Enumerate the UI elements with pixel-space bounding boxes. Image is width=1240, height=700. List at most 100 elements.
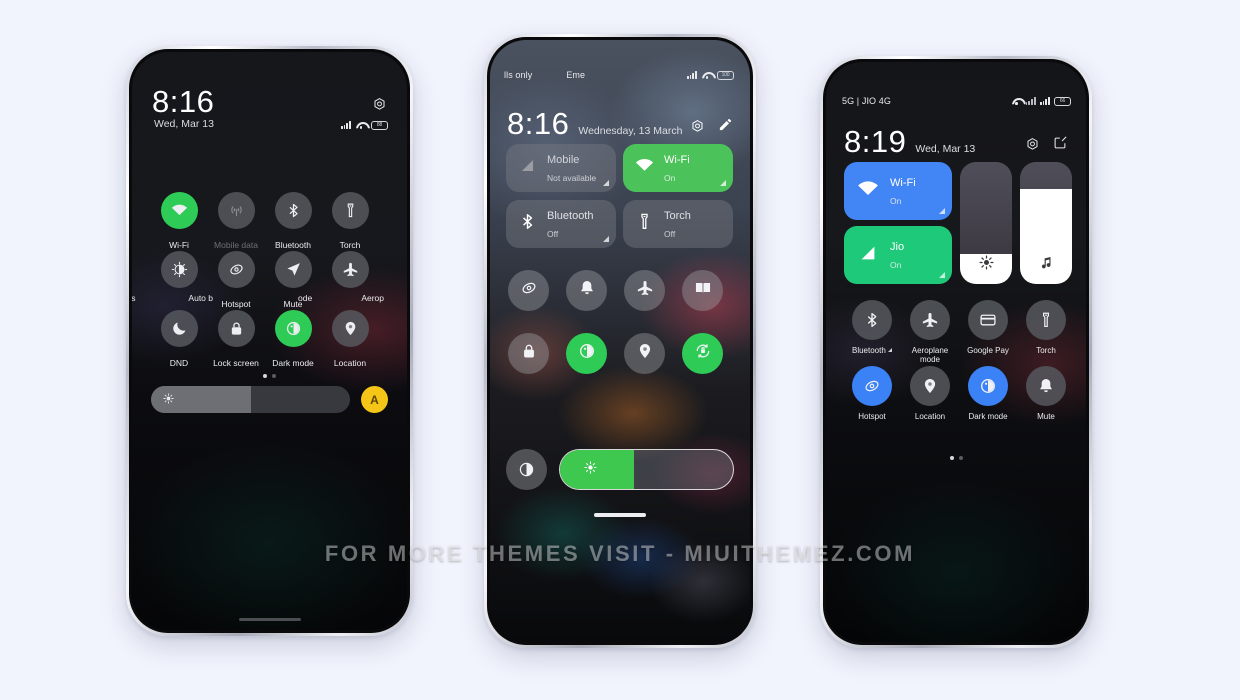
- quick-tile-subtitle: Off: [547, 229, 559, 239]
- bluetooth-icon: [518, 212, 537, 236]
- phone-1-pager[interactable]: [132, 374, 407, 378]
- quick-tile-dark-mode[interactable]: Dark mode: [268, 310, 318, 369]
- expand-corner-icon[interactable]: [888, 348, 893, 352]
- quick-tile-aeroplane[interactable]: [624, 270, 665, 311]
- quick-tile-mobile-data[interactable]: Mobile data: [211, 192, 261, 251]
- phone-2-header: 8:16 Wednesday, 13 March: [490, 106, 750, 142]
- mute-arrow-icon[interactable]: [274, 251, 312, 288]
- quick-tile-hotspot[interactable]: [508, 270, 549, 311]
- expand-corner-icon[interactable]: [939, 208, 945, 214]
- quick-tile-title: Jio: [890, 241, 905, 253]
- quick-tile-bluetooth[interactable]: Bluetooth Off: [506, 200, 616, 248]
- quick-tile-reading-mode[interactable]: [682, 270, 723, 311]
- hotspot-icon[interactable]: [852, 366, 892, 406]
- dark-mode-icon[interactable]: [968, 366, 1008, 406]
- quick-tile-subtitle: Not available: [547, 173, 597, 183]
- gear-hex-icon[interactable]: [1025, 137, 1040, 152]
- quick-tile-mute[interactable]: Mute: [1020, 366, 1072, 421]
- quick-tile-torch[interactable]: Torch Off: [623, 200, 733, 248]
- quick-tile-hotspot[interactable]: Hotspot: [211, 251, 261, 310]
- quick-tile-wi-fi[interactable]: Wi-Fi On: [623, 144, 733, 192]
- pencil-icon[interactable]: [718, 117, 733, 137]
- wifi-icon[interactable]: [160, 192, 198, 229]
- quick-tile-dark-mode[interactable]: [566, 333, 607, 374]
- phone-2-screen: lls only Eme 100 8:16 Wednesday, 13 Marc…: [490, 40, 750, 642]
- battery-icon: 100: [717, 70, 734, 80]
- signal-bars-icon-sim1: [1025, 97, 1036, 105]
- edit-square-icon[interactable]: [1053, 135, 1068, 155]
- quick-tile-subtitle: On: [890, 260, 902, 270]
- expand-corner-icon[interactable]: [603, 180, 609, 186]
- quick-tile-label: Location: [914, 412, 946, 421]
- battery-level: 100: [721, 72, 730, 78]
- brightness-slider[interactable]: [151, 386, 350, 413]
- quick-tile-torch[interactable]: Torch: [1020, 300, 1072, 355]
- phone-1-screen: 88 8:16 Wed, Mar 13 Wi-Fi Mobile data Bl…: [132, 52, 407, 630]
- wifi-icon: [857, 178, 879, 205]
- location-pin-icon: [636, 342, 654, 365]
- quick-tile-location-pin[interactable]: [624, 333, 665, 374]
- quick-tile-lock-screen[interactable]: Lock screen: [211, 310, 261, 369]
- quick-tile-bluetooth[interactable]: Bluetooth: [846, 300, 898, 355]
- brightness-slider[interactable]: [960, 162, 1012, 284]
- aeroplane-icon[interactable]: [331, 251, 369, 288]
- quick-tile-torch[interactable]: Torch: [325, 192, 375, 251]
- bell-icon[interactable]: [1026, 366, 1066, 406]
- quick-tile-dark-mode[interactable]: Dark mode: [962, 366, 1014, 421]
- quick-tile-aerop[interactable]: ode Aerop: [298, 251, 384, 304]
- sun-icon: [979, 255, 994, 275]
- cell-tower-icon[interactable]: [217, 192, 255, 229]
- quick-tile-label: Mobile data: [214, 240, 258, 250]
- quick-tile-location[interactable]: Location: [904, 366, 956, 421]
- location-pin-icon[interactable]: [331, 310, 369, 347]
- screenshot-stage: 88 8:16 Wed, Mar 13 Wi-Fi Mobile data Bl…: [0, 0, 1240, 700]
- bluetooth-icon[interactable]: [852, 300, 892, 340]
- music-note-icon: [1039, 255, 1054, 275]
- location-pin-icon[interactable]: [910, 366, 950, 406]
- moon-icon[interactable]: [160, 310, 198, 347]
- quick-tile-bell[interactable]: [566, 270, 607, 311]
- aeroplane-icon[interactable]: [910, 300, 950, 340]
- quick-tile-label: Lock screen: [213, 358, 259, 368]
- hotspot-icon[interactable]: [217, 251, 255, 288]
- bell-icon: [578, 279, 596, 302]
- torch-icon[interactable]: [1026, 300, 1066, 340]
- quick-tile-jio[interactable]: Jio On: [844, 226, 952, 284]
- dark-mode-icon[interactable]: [274, 310, 312, 347]
- phone-1: 88 8:16 Wed, Mar 13 Wi-Fi Mobile data Bl…: [126, 46, 413, 636]
- torch-icon[interactable]: [331, 192, 369, 229]
- expand-corner-icon[interactable]: [720, 180, 726, 186]
- card-icon[interactable]: [968, 300, 1008, 340]
- quick-tile-hotspot[interactable]: Hotspot: [846, 366, 898, 421]
- sun-icon: [584, 460, 597, 479]
- quick-tile-wi-fi[interactable]: Wi-Fi On: [844, 162, 952, 220]
- brightness-icon[interactable]: [160, 251, 198, 288]
- brightness-slider[interactable]: [559, 449, 734, 490]
- gear-hex-icon[interactable]: [372, 97, 387, 112]
- quick-tile-wi-fi[interactable]: Wi-Fi: [154, 192, 204, 251]
- quick-tile-lock[interactable]: [508, 333, 549, 374]
- quick-tile-dnd[interactable]: DND: [154, 310, 204, 369]
- bluetooth-icon[interactable]: [274, 192, 312, 229]
- carrier-label-right: Eme: [566, 70, 586, 80]
- quick-tile-aeroplane-mode[interactable]: Aeroplane mode: [904, 300, 956, 364]
- quick-tile-rotation-lock[interactable]: [682, 333, 723, 374]
- gear-hex-icon[interactable]: [690, 119, 705, 134]
- phone-1-brightness-row: A: [151, 386, 388, 413]
- phone-3: 5G | JIO 4G 66 8:19 Wed, Mar 13 Wi-Fi On…: [820, 56, 1092, 648]
- quick-tile-location[interactable]: Location: [325, 310, 375, 369]
- auto-brightness-button[interactable]: A: [361, 386, 388, 413]
- lock-icon[interactable]: [217, 310, 255, 347]
- quick-tile-mobile[interactable]: Mobile Not available: [506, 144, 616, 192]
- expand-corner-icon[interactable]: [939, 272, 945, 278]
- expand-corner-icon[interactable]: [603, 236, 609, 242]
- quick-tile-bluetooth[interactable]: Bluetooth: [268, 192, 318, 251]
- sun-icon: [163, 391, 174, 409]
- quick-tile-google-pay[interactable]: Google Pay: [962, 300, 1014, 355]
- quick-tile-auto-b[interactable]: ss Auto b: [132, 251, 213, 304]
- brightness-contrast-icon[interactable]: [506, 449, 547, 490]
- phone-3-pager[interactable]: [826, 456, 1086, 460]
- quick-tile-label: Auto b: [188, 293, 213, 303]
- media-volume-slider[interactable]: [1020, 162, 1072, 284]
- battery-icon: 88: [371, 120, 388, 130]
